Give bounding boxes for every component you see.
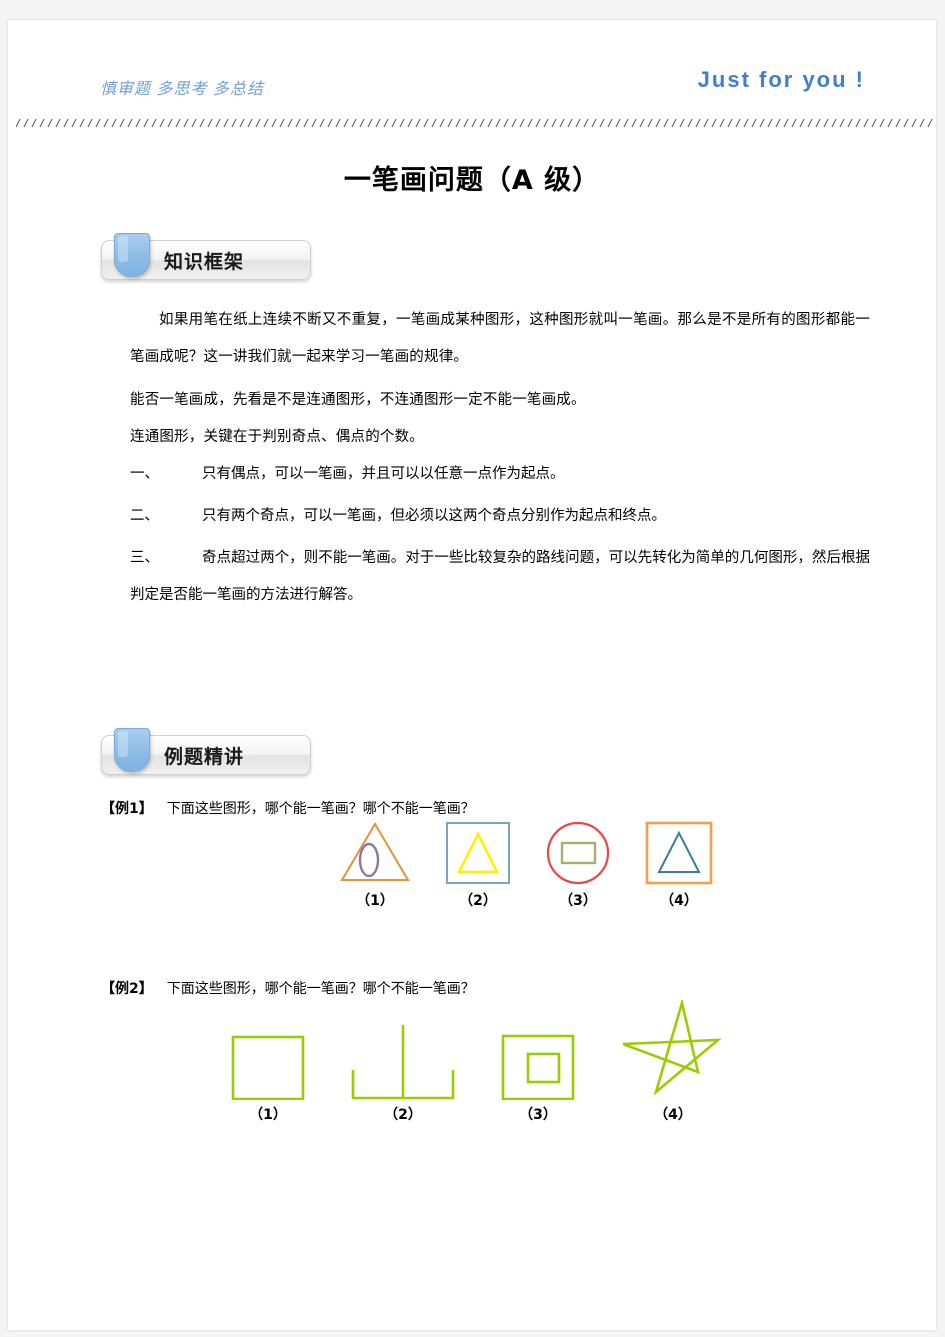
example-2-figure-1-label: （1） [249, 1107, 287, 1123]
knowledge-rule-1: 一、 只有偶点，可以一笔画，并且可以以任意一点作为起点。 [130, 456, 870, 493]
example-1-figure-3-label: （3） [559, 893, 597, 909]
example-2-figure-1: （1） [230, 1022, 306, 1124]
knowledge-line-2: 连通图形，关键在于判别奇点、偶点的个数。 [130, 429, 424, 445]
example-1-figure-2: （2） [444, 820, 512, 910]
example-1-tag: 【例1】 [101, 801, 153, 817]
square-icon [231, 1035, 305, 1100]
square-in-square-icon [501, 1034, 575, 1100]
knowledge-rule-2-number: 二、 [130, 508, 159, 524]
example-2-figure-4-label: （4） [654, 1107, 692, 1123]
knowledge-rule-1-number: 一、 [130, 466, 159, 482]
five-point-star-icon [622, 1000, 722, 1096]
example-2-figure-2-label: （2） [384, 1107, 422, 1123]
knowledge-line-1: 能否一笔画成，先看是不是连通图形，不连通图形一定不能一笔画成。 [130, 392, 586, 408]
knowledge-rule-3: 三、 奇点超过两个，则不能一笔画。对于一些比较复杂的路线问题，可以先转化为简单的几… [130, 540, 870, 614]
example-1-figure-4-label: （4） [660, 893, 698, 909]
bookmark-icon [114, 233, 150, 277]
page-title: 一笔画问题（A 级） [343, 165, 601, 196]
square-with-triangle-icon [645, 821, 713, 885]
hatch-pattern-icon [16, 118, 933, 128]
example-1-figure-1-label: （1） [356, 893, 394, 909]
example-1-heading: 【例1】 下面这些图形，哪个能一笔画？哪个不能一笔画？ [101, 798, 475, 818]
header-tagline: Just for you ! [697, 67, 865, 92]
section-header-knowledge: 知识框架 [101, 233, 311, 280]
example-2-figure-4: （4） [620, 1000, 726, 1124]
bookmark-icon [114, 728, 150, 772]
knowledge-rule-2: 二、 只有两个奇点，可以一笔画，但必须以这两个奇点分别作为起点和终点。 [130, 498, 870, 535]
example-2-prompt: 下面这些图形，哪个能一笔画？哪个不能一笔画？ [166, 981, 475, 997]
square-with-triangle-icon [446, 822, 510, 884]
header-decorative-rule [16, 116, 936, 128]
knowledge-rule-2-text: 只有两个奇点，可以一笔画，但必须以这两个奇点分别作为起点和终点。 [202, 508, 666, 524]
section-header-examples: 例题精讲 [101, 728, 311, 775]
section-header-examples-label: 例题精讲 [164, 746, 245, 768]
example-1-prompt: 下面这些图形，哪个能一笔画？哪个不能一笔画？ [166, 801, 475, 817]
header-slogan: 慎审题 多思考 多总结 [100, 81, 264, 98]
example-1-figure-2-label: （2） [459, 893, 497, 909]
knowledge-rule-1-text: 只有偶点，可以一笔画，并且可以以任意一点作为起点。 [202, 466, 565, 482]
example-1-figure-3: （3） [544, 820, 612, 910]
page-header: 慎审题 多思考 多总结 Just for you ! [100, 67, 865, 109]
shan-shape-icon [351, 1025, 455, 1100]
example-2-figure-2: （2） [350, 1022, 456, 1124]
example-2-tag: 【例2】 [101, 981, 153, 997]
example-2-figure-3-label: （3） [519, 1107, 557, 1123]
example-1-figure-1: （1） [338, 820, 412, 910]
example-1-figure-row: （1） （2） （3） （4） [338, 820, 714, 910]
section-header-knowledge-label: 知识框架 [164, 251, 245, 273]
knowledge-rule-3-number: 三、 [130, 550, 159, 566]
example-2-figure-3: （3） [500, 1022, 576, 1124]
knowledge-rule-3-text: 奇点超过两个，则不能一笔画。对于一些比较复杂的路线问题，可以先转化为简单的几何图… [130, 550, 870, 603]
circle-with-rectangle-icon [546, 821, 610, 885]
triangle-with-ellipse-icon [340, 822, 410, 881]
document-page: 慎审题 多思考 多总结 Just for you ! 一笔画问题（A 级） 知识… [8, 20, 936, 1330]
example-2-figure-row: （1） （2） （3） （4） [230, 1000, 726, 1124]
knowledge-intro-paragraph: 如果用笔在纸上连续不断又不重复，一笔画成某种图形，这种图形就叫一笔画。那么是不是… [130, 312, 870, 365]
example-1-figure-4: （4） [644, 820, 714, 910]
example-2-heading: 【例2】 下面这些图形，哪个能一笔画？哪个不能一笔画？ [101, 978, 475, 998]
